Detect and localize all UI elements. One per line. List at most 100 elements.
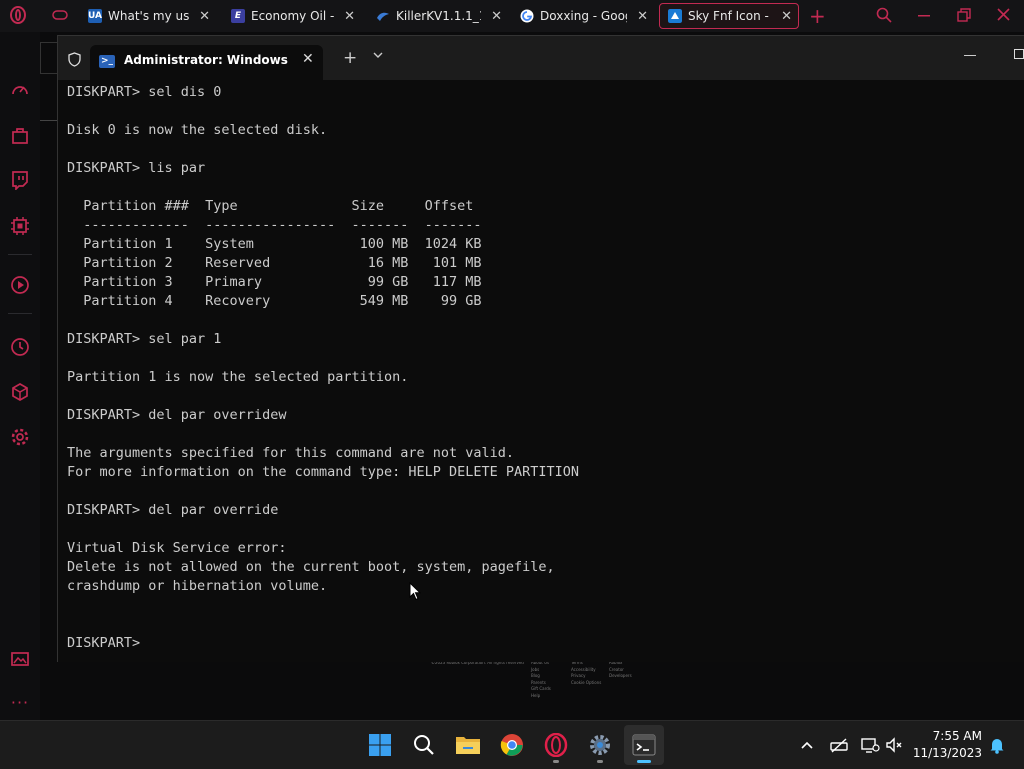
network-icon[interactable] [860, 735, 880, 755]
terminal-line: DISKPART> sel dis 0 [67, 84, 222, 100]
tab-title: What's my user a [108, 9, 190, 23]
search-button[interactable] [404, 725, 444, 765]
page-footer-links: About Us Jobs Blog Parents Gift Cards Help [531, 660, 551, 698]
terminal-minimize-icon[interactable] [964, 55, 976, 56]
minimize-icon[interactable] [918, 15, 930, 17]
terminal-output[interactable]: DISKPART> sel dis 0 Disk 0 is now the se… [67, 83, 579, 653]
chrome-icon [500, 734, 523, 756]
terminal-line: Virtual Disk Service error: [67, 540, 287, 556]
tab-favicon-icon [668, 9, 682, 23]
terminal-line: Partition 1 is now the selected partitio… [67, 369, 409, 385]
terminal-line: DISKPART> del par overridew [67, 407, 287, 423]
drive-icon[interactable] [829, 735, 849, 755]
volume-muted-icon[interactable] [884, 735, 904, 755]
file-explorer-icon [456, 737, 480, 754]
terminal-tab-close-icon[interactable]: ✕ [302, 51, 314, 67]
page-footer-links: Terms Accessibility Privacy Cookie Options [571, 660, 602, 685]
player-icon[interactable] [10, 275, 30, 295]
start-icon [369, 734, 391, 756]
terminal-line: Partition ### Type Size Offset [67, 198, 474, 214]
browser-tab-active[interactable]: Sky Fnf Icon - Cre ✕ [659, 3, 799, 29]
restore-icon[interactable] [957, 8, 971, 22]
page-divider [40, 120, 57, 121]
clock-date[interactable]: 11/13/2023 [910, 746, 982, 760]
browser-tab[interactable]: UA What's my user a ✕ [80, 3, 216, 29]
chrome-button[interactable] [492, 725, 532, 765]
extensions-icon[interactable] [10, 382, 30, 402]
tab-close-icon[interactable]: ✕ [633, 9, 648, 24]
opera-gx-icon [544, 733, 568, 757]
tab-close-icon[interactable]: ✕ [340, 9, 355, 24]
admin-shield-icon [68, 52, 81, 67]
terminal-icon [632, 734, 656, 756]
shopping-bag-icon[interactable] [10, 125, 30, 145]
file-explorer-button[interactable] [448, 725, 488, 765]
terminal-line: The arguments specified for this command… [67, 445, 515, 461]
browser-sidebar: ··· [0, 32, 40, 720]
terminal-line: DISKPART> lis par [67, 160, 206, 176]
speed-dial-icon[interactable] [10, 80, 30, 100]
more-icon[interactable]: ··· [10, 692, 30, 712]
history-icon[interactable] [10, 337, 30, 357]
page-panel-edge [40, 42, 58, 74]
clock-time[interactable]: 7:55 AM [920, 729, 982, 743]
terminal-maximize-icon[interactable] [1014, 49, 1024, 59]
terminal-line: ------------- ---------------- ------- -… [67, 217, 482, 233]
gx-controller-icon[interactable] [52, 8, 68, 22]
tab-favicon-icon: UA [88, 9, 102, 23]
tab-title: Doxxing - Googl [540, 9, 628, 23]
gx-control-icon[interactable] [10, 216, 30, 236]
sidebar-divider [8, 254, 32, 255]
google-icon [520, 9, 534, 23]
settings-button[interactable] [580, 725, 620, 765]
chevron-down-icon[interactable] [373, 52, 383, 58]
running-indicator [553, 760, 559, 763]
terminal-line: Disk 0 is now the selected disk. [67, 122, 328, 138]
browser-tab-bar: UA What's my user a ✕ E Economy Oil - Qu… [0, 0, 1024, 32]
browser-tab[interactable]: E Economy Oil - Qu ✕ [223, 3, 361, 29]
tab-favicon-icon: E [231, 9, 245, 23]
twitch-icon[interactable] [10, 170, 30, 190]
terminal-button[interactable] [624, 725, 664, 765]
settings-icon [590, 735, 610, 755]
terminal-new-tab-icon[interactable]: + [343, 48, 357, 68]
browser-tab[interactable]: KillerKV1.1.1_1 ✕ [368, 3, 508, 29]
tab-close-icon[interactable]: ✕ [777, 9, 792, 24]
terminal-line: DISKPART> del par override [67, 502, 279, 518]
chevron-up-icon[interactable] [797, 735, 817, 755]
opera-logo-icon[interactable] [10, 6, 26, 24]
page-footer-links: Roblox Creator Developers [609, 660, 632, 679]
opera-gx-button[interactable] [536, 725, 576, 765]
start-button[interactable] [360, 725, 400, 765]
terminal-tab-title: Administrator: Windows PowerShell [124, 53, 290, 67]
wallpaper-icon[interactable] [10, 649, 30, 669]
settings-icon[interactable] [10, 427, 30, 447]
tab-close-icon[interactable]: ✕ [487, 9, 502, 24]
powershell-icon: >_ [99, 55, 115, 68]
tab-favicon-icon [377, 12, 389, 21]
new-tab-icon[interactable]: + [809, 4, 826, 28]
terminal-title-bar: >_ Administrator: Windows PowerShell ✕ + [58, 36, 1024, 80]
terminal-tab[interactable]: >_ Administrator: Windows PowerShell ✕ [90, 45, 323, 80]
browser-tab[interactable]: Doxxing - Googl ✕ [512, 3, 654, 29]
terminal-line: Partition 3 Primary 99 GB 117 MB [67, 274, 482, 290]
mouse-cursor-icon [409, 582, 421, 601]
search-icon [414, 735, 434, 755]
terminal-line: Partition 1 System 100 MB 1024 KB [67, 236, 482, 252]
terminal-line: DISKPART> [67, 635, 149, 651]
terminal-line: Partition 4 Recovery 549 MB 99 GB [67, 293, 482, 309]
sidebar-divider [8, 313, 32, 314]
notification-bell-icon[interactable] [987, 735, 1007, 755]
search-tabs-icon[interactable] [876, 7, 892, 23]
terminal-line: crashdump or hibernation volume. [67, 578, 328, 594]
taskbar: 7:55 AM 11/13/2023 [0, 720, 1024, 769]
terminal-line: Partition 2 Reserved 16 MB 101 MB [67, 255, 482, 271]
close-icon[interactable] [997, 8, 1010, 21]
tab-close-icon[interactable]: ✕ [195, 9, 210, 24]
